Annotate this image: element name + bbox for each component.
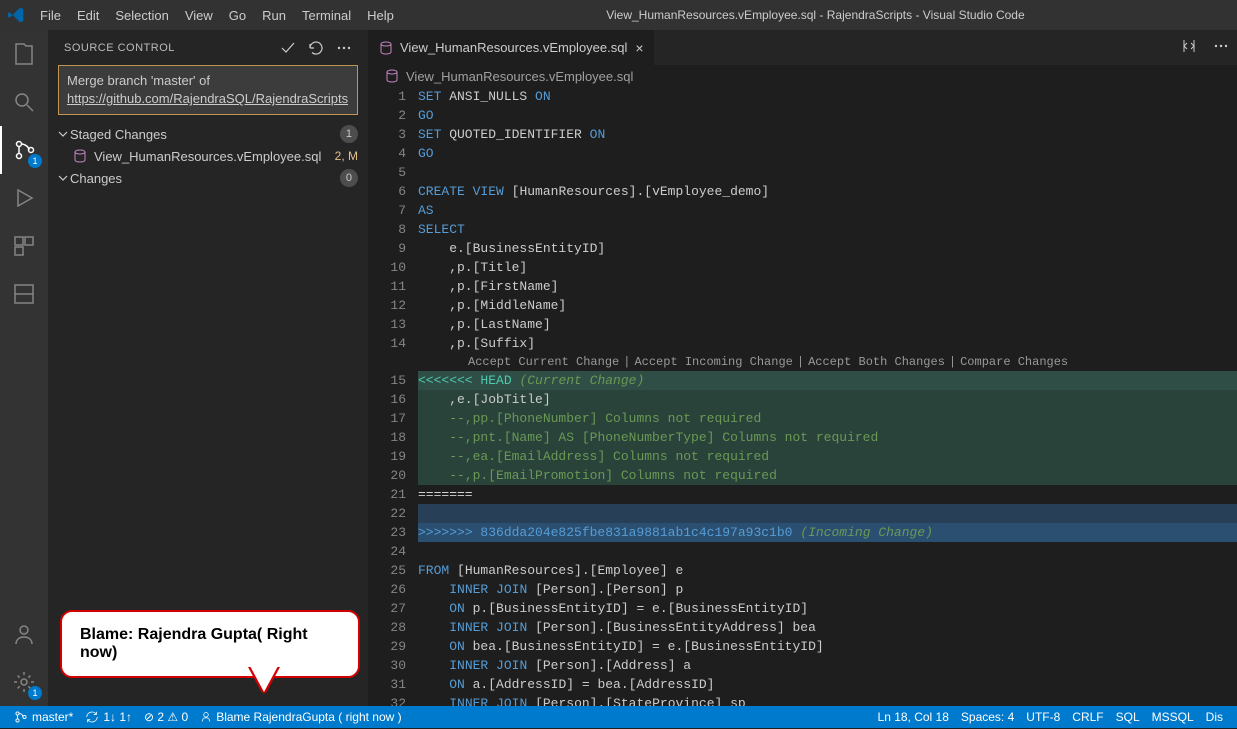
commit-button[interactable] bbox=[280, 40, 296, 56]
file-status: 2, M bbox=[335, 149, 358, 163]
database-icon bbox=[72, 148, 88, 164]
commit-message-input[interactable]: Merge branch 'master' of https://github.… bbox=[58, 65, 358, 115]
accept-both-link[interactable]: Accept Both Changes bbox=[808, 355, 945, 369]
changes-count-badge: 0 bbox=[340, 169, 358, 187]
status-disconnect[interactable]: Dis bbox=[1200, 706, 1229, 728]
staged-count-badge: 1 bbox=[340, 125, 358, 143]
editor: View_HumanResources.vEmployee.sql × View… bbox=[368, 30, 1237, 706]
database-icon bbox=[384, 68, 400, 84]
menu-edit[interactable]: Edit bbox=[69, 0, 107, 30]
changes-section[interactable]: Changes 0 bbox=[48, 167, 368, 189]
menu-help[interactable]: Help bbox=[359, 0, 402, 30]
vscode-logo-icon bbox=[8, 7, 24, 23]
activity-panel[interactable] bbox=[0, 270, 48, 318]
chevron-down-icon bbox=[58, 173, 70, 183]
menu-view[interactable]: View bbox=[177, 0, 221, 30]
callout-tail bbox=[250, 666, 278, 692]
status-eol[interactable]: CRLF bbox=[1066, 706, 1109, 728]
compare-changes-link[interactable]: Compare Changes bbox=[960, 355, 1068, 369]
more-actions-button[interactable] bbox=[336, 40, 352, 56]
editor-tab[interactable]: View_HumanResources.vEmployee.sql × bbox=[368, 30, 655, 65]
status-sync[interactable]: 1↓ 1↑ bbox=[79, 706, 138, 728]
sidebar-title: SOURCE CONTROL bbox=[64, 42, 280, 54]
status-blame[interactable]: Blame RajendraGupta ( right now ) bbox=[194, 706, 407, 728]
staged-file-item[interactable]: View_HumanResources.vEmployee.sql 2, M bbox=[48, 145, 368, 167]
status-problems[interactable]: ⊘ 2 ⚠ 0 bbox=[138, 706, 194, 728]
statusbar: master* 1↓ 1↑ ⊘ 2 ⚠ 0 Blame RajendraGupt… bbox=[0, 706, 1237, 728]
editor-tabs: View_HumanResources.vEmployee.sql × bbox=[368, 30, 1237, 65]
status-connection[interactable]: MSSQL bbox=[1146, 706, 1200, 728]
activity-run-debug[interactable] bbox=[0, 174, 48, 222]
menu-terminal[interactable]: Terminal bbox=[294, 0, 359, 30]
more-editor-actions[interactable] bbox=[1205, 38, 1237, 57]
activitybar: 1 1 bbox=[0, 30, 48, 706]
activity-extensions[interactable] bbox=[0, 222, 48, 270]
refresh-button[interactable] bbox=[308, 40, 324, 56]
close-tab-button[interactable]: × bbox=[635, 40, 643, 56]
chevron-down-icon bbox=[58, 129, 70, 139]
menu-selection[interactable]: Selection bbox=[107, 0, 176, 30]
status-spaces[interactable]: Spaces: 4 bbox=[955, 706, 1020, 728]
menu-file[interactable]: File bbox=[32, 0, 69, 30]
status-encoding[interactable]: UTF-8 bbox=[1020, 706, 1066, 728]
activity-source-control[interactable]: 1 bbox=[0, 126, 48, 174]
code-editor[interactable]: 1234567891011121314151617181920212223242… bbox=[368, 87, 1237, 706]
titlebar: File Edit Selection View Go Run Terminal… bbox=[0, 0, 1237, 30]
accept-current-link[interactable]: Accept Current Change bbox=[468, 355, 619, 369]
activity-settings[interactable]: 1 bbox=[0, 658, 48, 706]
settings-badge: 1 bbox=[28, 686, 42, 700]
compare-changes-icon[interactable] bbox=[1173, 38, 1205, 57]
menu-run[interactable]: Run bbox=[254, 0, 294, 30]
status-ln-col[interactable]: Ln 18, Col 18 bbox=[872, 706, 955, 728]
sidebar: SOURCE CONTROL Merge branch 'master' of … bbox=[48, 30, 368, 706]
merge-codelens: Accept Current Change|Accept Incoming Ch… bbox=[418, 353, 1237, 371]
activity-accounts[interactable] bbox=[0, 610, 48, 658]
status-branch[interactable]: master* bbox=[8, 706, 79, 728]
status-language[interactable]: SQL bbox=[1110, 706, 1146, 728]
staged-changes-section[interactable]: Staged Changes 1 bbox=[48, 123, 368, 145]
window-title: View_HumanResources.vEmployee.sql - Raje… bbox=[402, 8, 1229, 22]
scm-badge: 1 bbox=[28, 154, 42, 168]
database-icon bbox=[378, 40, 394, 56]
accept-incoming-link[interactable]: Accept Incoming Change bbox=[634, 355, 792, 369]
menu-go[interactable]: Go bbox=[221, 0, 254, 30]
activity-explorer[interactable] bbox=[0, 30, 48, 78]
activity-search[interactable] bbox=[0, 78, 48, 126]
breadcrumb[interactable]: View_HumanResources.vEmployee.sql bbox=[368, 65, 1237, 87]
callout-annotation: Blame: Rajendra Gupta( Right now) bbox=[60, 610, 360, 678]
